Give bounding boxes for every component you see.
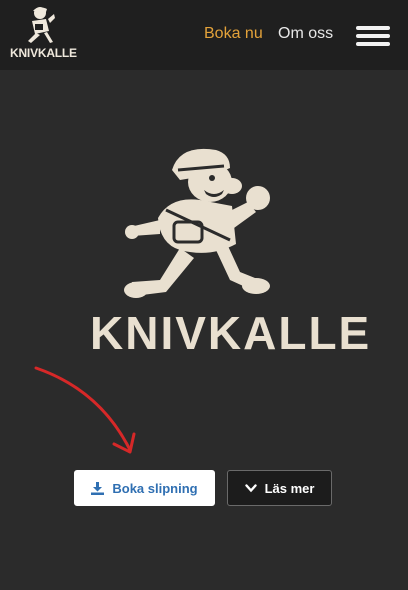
nav-link-om-oss[interactable]: Om oss: [278, 25, 333, 43]
chevron-down-icon: [244, 483, 257, 492]
download-icon: [91, 481, 105, 495]
hamburger-line: [356, 42, 390, 46]
las-mer-label: Läs mer: [264, 480, 315, 496]
las-mer-button[interactable]: Läs mer: [227, 470, 332, 506]
mascot-small-icon: [28, 7, 55, 43]
hamburger-menu-icon[interactable]: [356, 26, 390, 46]
hero-title: KNIVKALLE: [90, 307, 372, 359]
hamburger-line: [356, 34, 390, 38]
nav-link-boka-nu[interactable]: Boka nu: [204, 25, 263, 43]
red-arrow-icon: [34, 366, 136, 454]
brand-logo-link[interactable]: KNIVKALLE: [10, 5, 77, 61]
brand-name: KNIVKALLE: [10, 46, 77, 60]
top-header: KNIVKALLE Boka nu Om oss: [0, 0, 408, 70]
hamburger-line: [356, 26, 390, 30]
running-mascot-icon: [124, 148, 270, 298]
boka-slipning-label: Boka slipning: [112, 480, 198, 496]
boka-slipning-button[interactable]: Boka slipning: [74, 470, 215, 506]
